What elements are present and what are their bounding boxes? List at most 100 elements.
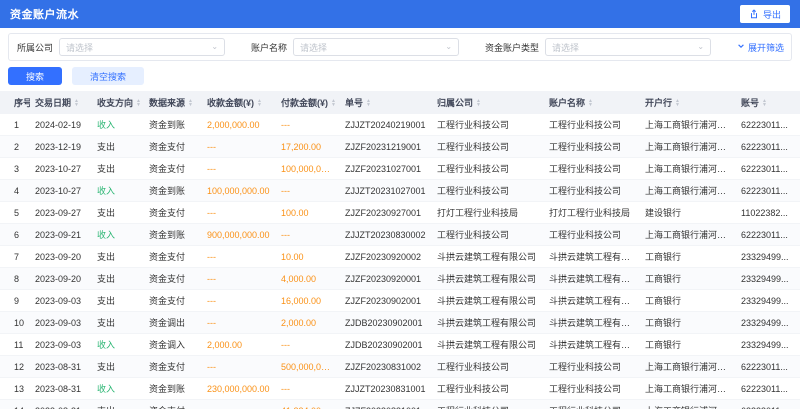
- cell-bank: 建设银行: [640, 202, 736, 224]
- column-header-label: 数据来源: [149, 96, 185, 109]
- cell-direction: 收入: [92, 378, 144, 400]
- column-header[interactable]: 单号▲▼: [340, 91, 432, 114]
- cell-direction: 支出: [92, 246, 144, 268]
- column-header[interactable]: 账号▲▼: [736, 91, 800, 114]
- cell-company: 工程行业科技公司: [432, 180, 544, 202]
- cell-company: 工程行业科技公司: [432, 158, 544, 180]
- sort-icon[interactable]: ▲▼: [366, 99, 371, 107]
- sort-icon[interactable]: ▲▼: [257, 99, 262, 107]
- column-header[interactable]: 付款金额(¥)▲▼: [276, 91, 340, 114]
- chevron-down-icon: ⌄: [211, 43, 218, 51]
- cell-payment: 500,000,000.00: [276, 356, 340, 378]
- cell-receipt: 100,000,000.00: [202, 180, 276, 202]
- column-header-label: 开户行: [645, 96, 672, 109]
- table-row: 142023-08-31支出资金支付---41,334.00ZJZF202308…: [0, 400, 800, 409]
- cell-payment: 2,000.00: [276, 312, 340, 334]
- column-header[interactable]: 数据来源▲▼: [144, 91, 202, 114]
- cell-date: 2023-12-19: [30, 136, 92, 158]
- fund-account-flow-page: 资金账户流水 导出 所属公司 请选择 ⌄ 账户名称 请选择 ⌄: [0, 0, 800, 409]
- cell-number: 62223011...: [736, 114, 800, 136]
- account-type-select[interactable]: 请选择 ⌄: [545, 38, 711, 56]
- cell-source: 资金支付: [144, 158, 202, 180]
- sort-icon[interactable]: ▲▼: [331, 99, 336, 107]
- cell-number: 62223011...: [736, 224, 800, 246]
- account-name-label: 账户名称: [251, 41, 287, 54]
- cell-payment: ---: [276, 180, 340, 202]
- cell-receipt: 2,000,000.00: [202, 114, 276, 136]
- cell-bank: 工商银行: [640, 312, 736, 334]
- cell-receipt: ---: [202, 158, 276, 180]
- cell-number: 23329499...: [736, 334, 800, 356]
- cell-company: 斗拱云建筑工程有限公司: [432, 246, 544, 268]
- flow-table: 序号交易日期▲▼收支方向▲▼数据来源▲▼收款金额(¥)▲▼付款金额(¥)▲▼单号…: [0, 91, 800, 409]
- table-row: 22023-12-19支出资金支付---17,200.00ZJZF2023121…: [0, 136, 800, 158]
- export-button[interactable]: 导出: [740, 5, 790, 23]
- cell-date: 2023-09-03: [30, 312, 92, 334]
- sort-icon[interactable]: ▲▼: [136, 99, 141, 107]
- cell-source: 资金支付: [144, 136, 202, 158]
- account-type-label: 资金账户类型: [485, 41, 539, 54]
- cell-company: 打灯工程行业科技局: [432, 202, 544, 224]
- cell-number: 23329499...: [736, 290, 800, 312]
- expand-filters-link[interactable]: 展开筛选: [737, 41, 784, 54]
- table-row: 52023-09-27支出资金支付---100.00ZJZF2023092700…: [0, 202, 800, 224]
- column-header-label: 收支方向: [97, 96, 133, 109]
- cell-company: 工程行业科技公司: [432, 356, 544, 378]
- company-select[interactable]: 请选择 ⌄: [59, 38, 225, 56]
- cell-bank: 上海工商银行浦河道支行: [640, 356, 736, 378]
- column-header[interactable]: 开户行▲▼: [640, 91, 736, 114]
- cell-source: 资金支付: [144, 246, 202, 268]
- cell-receipt: ---: [202, 312, 276, 334]
- table-row: 62023-09-21收入资金到账900,000,000.00---ZJJZT2…: [0, 224, 800, 246]
- column-header[interactable]: 交易日期▲▼: [30, 91, 92, 114]
- column-header[interactable]: 归属公司▲▼: [432, 91, 544, 114]
- cell-date: 2023-09-27: [30, 202, 92, 224]
- sort-icon[interactable]: ▲▼: [74, 99, 79, 107]
- sort-icon[interactable]: ▲▼: [762, 99, 767, 107]
- sort-icon[interactable]: ▲▼: [188, 99, 193, 107]
- filter-panel: 所属公司 请选择 ⌄ 账户名称 请选择 ⌄ 资金账户类型 请选择 ⌄: [8, 33, 792, 61]
- column-header-label: 单号: [345, 96, 363, 109]
- cell-account: 工程行业科技公司: [544, 136, 640, 158]
- search-button[interactable]: 搜索: [8, 67, 62, 85]
- sort-icon[interactable]: ▲▼: [588, 99, 593, 107]
- cell-account: 斗拱云建筑工程有限公司: [544, 268, 640, 290]
- company-placeholder: 请选择: [66, 41, 93, 54]
- export-label: 导出: [763, 8, 781, 21]
- cell-no: 13: [0, 378, 30, 400]
- cell-company: 斗拱云建筑工程有限公司: [432, 334, 544, 356]
- cell-order: ZJZF20230902001: [340, 290, 432, 312]
- cell-source: 资金到账: [144, 180, 202, 202]
- column-header[interactable]: 收支方向▲▼: [92, 91, 144, 114]
- cell-payment: 100,000,000.00: [276, 158, 340, 180]
- cell-receipt: ---: [202, 290, 276, 312]
- account-name-select[interactable]: 请选择 ⌄: [293, 38, 459, 56]
- cell-date: 2023-08-31: [30, 400, 92, 409]
- cell-receipt: 900,000,000.00: [202, 224, 276, 246]
- cell-date: 2023-09-21: [30, 224, 92, 246]
- sort-icon[interactable]: ▲▼: [476, 99, 481, 107]
- cell-company: 工程行业科技公司: [432, 136, 544, 158]
- column-header[interactable]: 账户名称▲▼: [544, 91, 640, 114]
- cell-account: 斗拱云建筑工程有限公司: [544, 312, 640, 334]
- cell-order: ZJJZT20231027001: [340, 180, 432, 202]
- table-row: 102023-09-03支出资金调出---2,000.00ZJDB2023090…: [0, 312, 800, 334]
- cell-order: ZJZF20231027001: [340, 158, 432, 180]
- cell-direction: 支出: [92, 356, 144, 378]
- table-row: 32023-10-27支出资金支付---100,000,000.00ZJZF20…: [0, 158, 800, 180]
- table-body: 12024-02-19收入资金到账2,000,000.00---ZJJZT202…: [0, 114, 800, 409]
- clear-search-button[interactable]: 清空搜索: [72, 67, 144, 85]
- cell-no: 2: [0, 136, 30, 158]
- cell-payment: 17,200.00: [276, 136, 340, 158]
- cell-direction: 支出: [92, 312, 144, 334]
- cell-receipt: ---: [202, 356, 276, 378]
- cell-payment: 10.00: [276, 246, 340, 268]
- cell-payment: ---: [276, 114, 340, 136]
- table-row: 92023-09-03支出资金支付---16,000.00ZJZF2023090…: [0, 290, 800, 312]
- cell-date: 2024-02-19: [30, 114, 92, 136]
- cell-payment: 100.00: [276, 202, 340, 224]
- column-header[interactable]: 收款金额(¥)▲▼: [202, 91, 276, 114]
- cell-date: 2023-09-20: [30, 246, 92, 268]
- cell-account: 斗拱云建筑工程有限公司: [544, 290, 640, 312]
- sort-icon[interactable]: ▲▼: [675, 99, 680, 107]
